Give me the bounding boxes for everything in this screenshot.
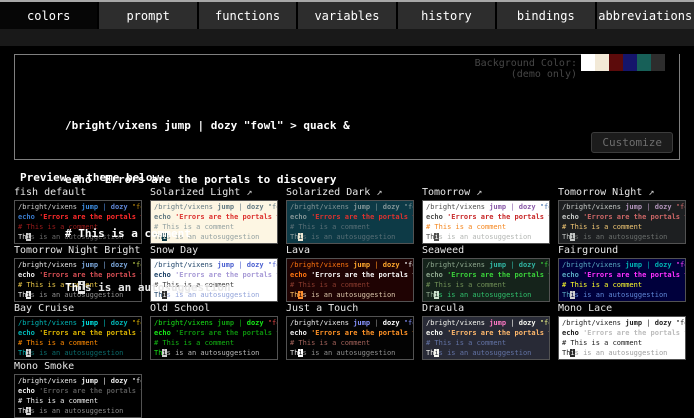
mini-line-comment: # This is a comment (426, 222, 549, 232)
mini-line-comment: # This is a comment (562, 222, 685, 232)
mini-line-autosuggestion: This is an autosuggestion (18, 406, 141, 416)
tab-strip (0, 29, 694, 46)
tab-functions[interactable]: functions (199, 2, 296, 29)
mini-line-command: /bright/vixens jump | dozy "fowl" > quac… (426, 202, 549, 212)
theme-mini-terminal: /bright/vixens jump | dozy "fowl" > quac… (422, 200, 550, 244)
theme-card-fairground[interactable]: Fairground/bright/vixens jump | dozy "fo… (558, 245, 686, 302)
mini-line-autosuggestion: This is an autosuggestion (290, 348, 413, 358)
theme-card-tomorrow-night[interactable]: Tomorrow Night ↗ /bright/vixens jump | do… (558, 187, 686, 244)
theme-mini-terminal: /bright/vixens jump | dozy "fowl" > quac… (14, 374, 142, 418)
bg-swatch-5[interactable] (651, 54, 665, 71)
theme-mini-terminal: /bright/vixens jump | dozy "fowl" > quac… (558, 258, 686, 302)
tab-history[interactable]: history (398, 2, 495, 29)
theme-title: Mono Lace (558, 303, 686, 315)
mini-line-autosuggestion: This is an autosuggestion (18, 348, 141, 358)
mini-line-autosuggestion: This is an autosuggestion (154, 348, 277, 358)
mini-line-autosuggestion: This is an autosuggestion (426, 348, 549, 358)
terminal-preview: /bright/vixens jump | dozy "fowl" > quac… (65, 81, 350, 333)
theme-title: Tomorrow ↗ (422, 187, 550, 199)
external-link-icon[interactable]: ↗ (370, 187, 382, 198)
background-color-label: Background Color: (demo only) (475, 58, 577, 80)
external-link-icon[interactable]: ↗ (470, 187, 482, 198)
mini-line-command: /bright/vixens jump | dozy "fowl" > quac… (426, 260, 549, 270)
theme-title: Fairground (558, 245, 686, 257)
external-link-icon[interactable]: ↗ (642, 187, 654, 198)
mini-line-autosuggestion: This is an autosuggestion (426, 232, 549, 242)
customize-button[interactable]: Customize (591, 132, 673, 153)
mini-line-comment: # This is a comment (562, 338, 685, 348)
tab-bar: colorspromptfunctionsvariableshistorybin… (0, 2, 694, 29)
mini-line-string: echo 'Errors are the portals to discover… (18, 386, 141, 396)
tab-bindings[interactable]: bindings (497, 2, 594, 29)
theme-card-tomorrow[interactable]: Tomorrow ↗ /bright/vixens jump | dozy "fo… (422, 187, 550, 244)
mini-line-comment: # This is a comment (290, 338, 413, 348)
mini-line-autosuggestion: This is an autosuggestion (562, 348, 685, 358)
background-color-label-line1: Background Color: (475, 58, 577, 69)
theme-title: Seaweed (422, 245, 550, 257)
mini-line-command: /bright/vixens jump | dozy "fowl" > quac… (562, 202, 685, 212)
mini-line-comment: # This is a comment (18, 396, 141, 406)
bg-swatches (581, 54, 679, 71)
mini-line-comment: # This is a comment (426, 338, 549, 348)
theme-card-dracula[interactable]: Dracula/bright/vixens jump | dozy "fowl"… (422, 303, 550, 360)
mini-line-string: echo 'Errors are the portals to discover… (562, 270, 685, 280)
mini-line-comment: # This is a comment (562, 280, 685, 290)
terminal-line-4: This is an autosuggestion (65, 279, 350, 297)
theme-card-mono-lace[interactable]: Mono Lace/bright/vixens jump | dozy "fow… (558, 303, 686, 360)
bg-swatch-1[interactable] (595, 54, 609, 71)
bg-swatch-0[interactable] (581, 54, 595, 71)
theme-card-seaweed[interactable]: Seaweed/bright/vixens jump | dozy "fowl"… (422, 245, 550, 302)
terminal-line-1: /bright/vixens jump | dozy "fowl" > quac… (65, 117, 350, 135)
mini-line-comment: # This is a comment (154, 338, 277, 348)
bg-swatch-6[interactable] (665, 54, 679, 71)
mini-line-string: echo 'Errors are the portals to discover… (426, 212, 549, 222)
mini-line-autosuggestion: This is an autosuggestion (562, 232, 685, 242)
mini-line-string: echo 'Errors are the portals to discover… (562, 212, 685, 222)
mini-line-string: echo 'Errors are the portals to discover… (426, 328, 549, 338)
bg-swatch-4[interactable] (637, 54, 651, 71)
tab-prompt[interactable]: prompt (99, 2, 196, 29)
tab-abbreviations[interactable]: abbreviations (597, 2, 694, 29)
mini-line-string: echo 'Errors are the portals to discover… (426, 270, 549, 280)
background-color-label-line2: (demo only) (475, 69, 577, 80)
theme-mini-terminal: /bright/vixens jump | dozy "fowl" > quac… (422, 258, 550, 302)
theme-title: Mono Smoke (14, 361, 142, 373)
autosuggestion-text: s is an autosuggestion (85, 281, 231, 294)
terminal-line-3: # This is a comment (65, 225, 350, 243)
typed-text: Th (65, 281, 78, 294)
mini-line-autosuggestion: This is an autosuggestion (426, 290, 549, 300)
bg-swatch-3[interactable] (623, 54, 637, 71)
theme-mini-terminal: /bright/vixens jump | dozy "fowl" > quac… (422, 316, 550, 360)
mini-line-string: echo 'Errors are the portals to discover… (562, 328, 685, 338)
color-preview-panel: Background Color: (demo only) /bright/vi… (14, 54, 680, 160)
bg-swatch-2[interactable] (609, 54, 623, 71)
theme-title: Tomorrow Night ↗ (558, 187, 686, 199)
text-cursor: i (78, 281, 85, 294)
theme-mini-terminal: /bright/vixens jump | dozy "fowl" > quac… (558, 200, 686, 244)
theme-mini-terminal: /bright/vixens jump | dozy "fowl" > quac… (558, 316, 686, 360)
theme-title: Dracula (422, 303, 550, 315)
terminal-line-2: echo 'Errors are the portals to discover… (65, 171, 350, 189)
mini-line-autosuggestion: This is an autosuggestion (562, 290, 685, 300)
mini-line-command: /bright/vixens jump | dozy "fowl" > quac… (562, 318, 685, 328)
mini-line-comment: # This is a comment (426, 280, 549, 290)
mini-line-comment: # This is a comment (18, 338, 141, 348)
tab-colors[interactable]: colors (0, 2, 97, 29)
mini-line-command: /bright/vixens jump | dozy "fowl" > quac… (426, 318, 549, 328)
theme-card-mono-smoke[interactable]: Mono Smoke/bright/vixens jump | dozy "fo… (14, 361, 142, 418)
tab-variables[interactable]: variables (298, 2, 395, 29)
mini-line-command: /bright/vixens jump | dozy "fowl" > quac… (18, 376, 141, 386)
mini-line-command: /bright/vixens jump | dozy "fowl" > quac… (562, 260, 685, 270)
